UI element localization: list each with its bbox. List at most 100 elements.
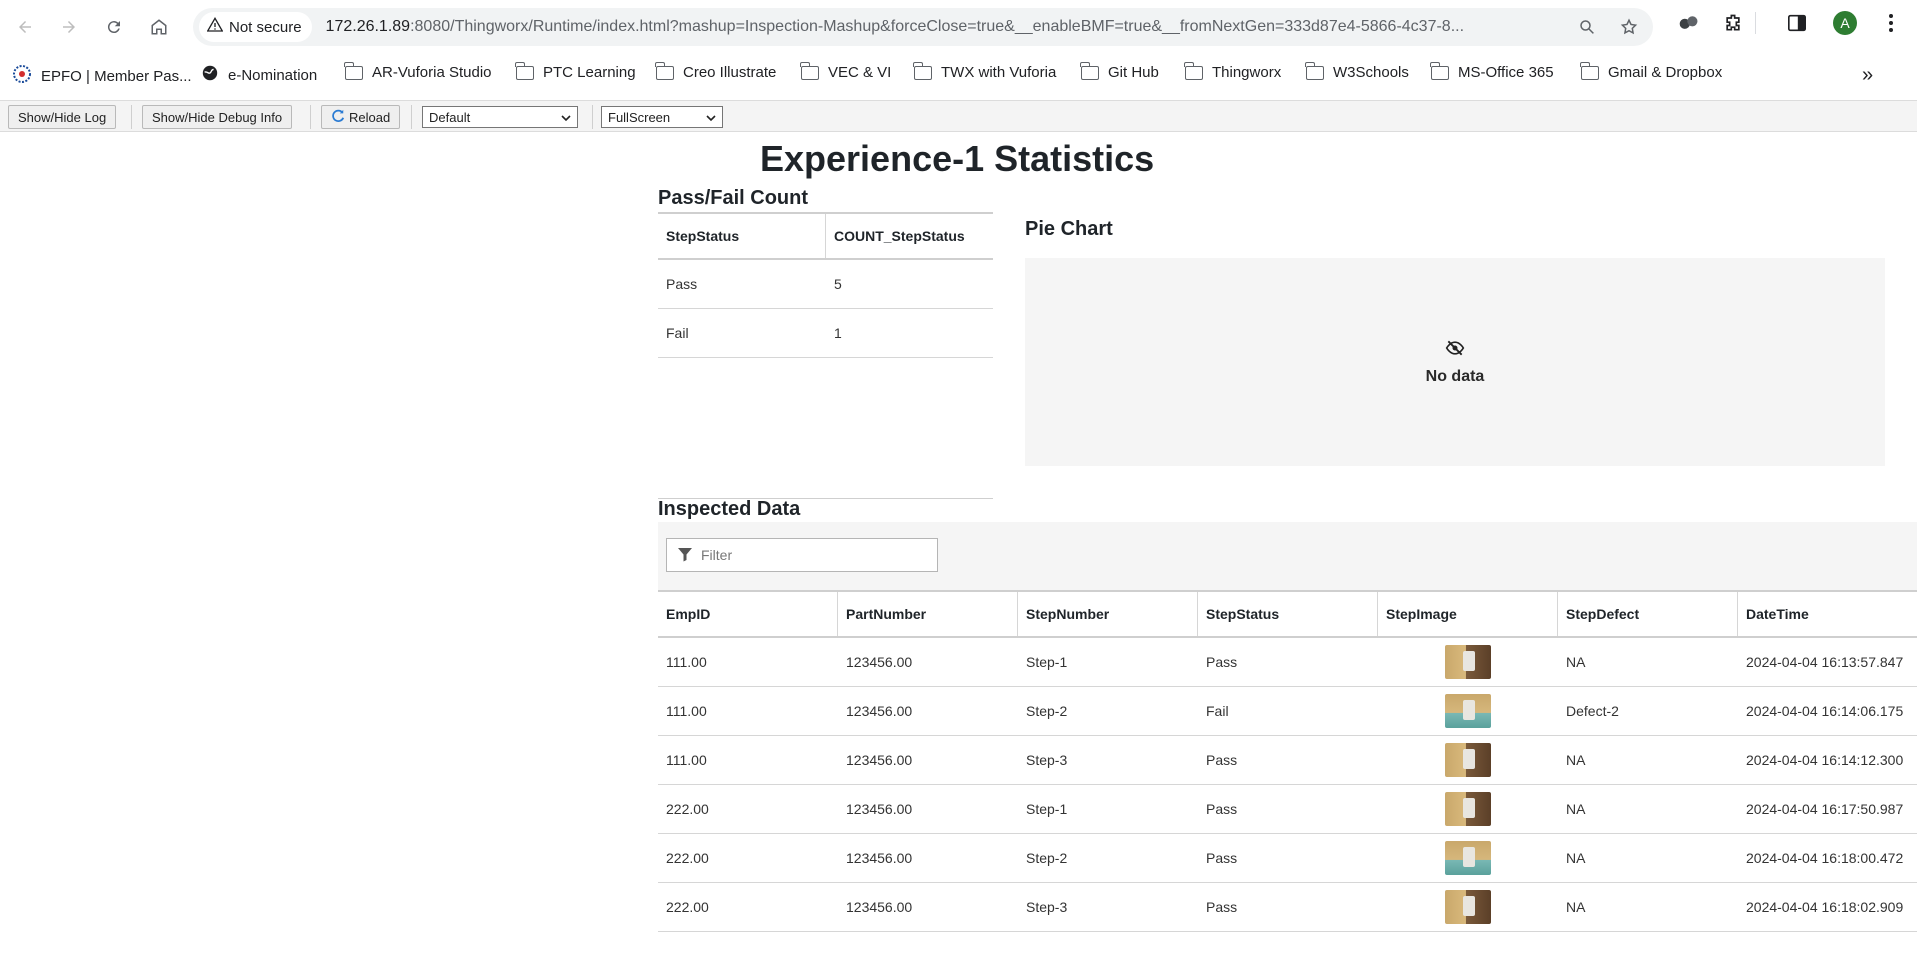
table-row[interactable]: 111.00 123456.00 Step-3 Pass NA 2024-04-…	[658, 736, 1917, 785]
stepnumber-cell: Step-2	[1026, 850, 1068, 866]
partnumber-cell: 123456.00	[846, 801, 913, 817]
column-header[interactable]: StepStatus	[658, 214, 826, 258]
column-header[interactable]: DateTime	[1738, 592, 1917, 636]
show-hide-log-button[interactable]: Show/Hide Log	[8, 105, 117, 129]
step-image-thumbnail[interactable]	[1445, 792, 1491, 826]
stepimage-cell	[1378, 785, 1558, 833]
stepimage-cell	[1378, 638, 1558, 686]
table-row[interactable]: 222.00 123456.00 Step-1 Pass NA 2024-04-…	[658, 785, 1917, 834]
stepnumber-cell: Step-3	[1026, 899, 1068, 915]
show-hide-log-label: Show/Hide Log	[18, 109, 107, 125]
column-header[interactable]: StepStatus	[1198, 592, 1378, 636]
step-image-thumbnail[interactable]	[1445, 645, 1491, 679]
bookmark-label: TWX with Vuforia	[941, 64, 1057, 81]
table-row[interactable]: 222.00 123456.00 Step-2 Pass NA 2024-04-…	[658, 834, 1917, 883]
table-row[interactable]: Fail 1	[658, 309, 993, 358]
warning-icon	[206, 17, 224, 37]
table-row[interactable]: 222.00 123456.00 Step-3 Pass NA 2024-04-…	[658, 883, 1917, 932]
view-select-value: FullScreen	[608, 109, 671, 125]
url-text[interactable]: 172.26.1.89:8080/Thingworx/Runtime/index…	[326, 18, 1556, 36]
bookmark-label: VEC & VI	[828, 64, 892, 81]
bookmark-e-nomination[interactable]: e-Nomination	[201, 64, 317, 86]
stepstatus-cell: Fail	[1206, 703, 1229, 719]
bookmark-label: Creo Illustrate	[683, 64, 777, 81]
folder-icon	[1080, 61, 1099, 80]
table-row[interactable]: 111.00 123456.00 Step-1 Pass NA 2024-04-…	[658, 638, 1917, 687]
stepdefect-cell: NA	[1566, 801, 1586, 817]
table-row[interactable]: Pass 5	[658, 260, 993, 309]
stepimage-cell	[1378, 834, 1558, 882]
pie-chart-title: Pie Chart	[1025, 218, 1113, 240]
side-panel-icon[interactable]	[1780, 6, 1814, 40]
step-image-thumbnail[interactable]	[1445, 743, 1491, 777]
theme-select[interactable]: Default	[422, 106, 578, 128]
column-header[interactable]: PartNumber	[838, 592, 1018, 636]
bookmark-github[interactable]: Git Hub	[1080, 61, 1159, 81]
bookmark-twx-vuforia[interactable]: TWX with Vuforia	[913, 61, 1057, 81]
bookmark-ar-vuforia[interactable]: AR-Vuforia Studio	[344, 61, 492, 81]
folder-icon	[913, 61, 932, 80]
site-info-chip[interactable]: Not secure	[199, 12, 312, 42]
folder-icon	[344, 61, 363, 80]
bookmark-epfo[interactable]: EPFO | Member Pas...	[12, 64, 192, 88]
bookmark-ptc-learning[interactable]: PTC Learning	[515, 61, 636, 81]
chevron-down-icon	[706, 110, 716, 125]
bookmark-thingworx[interactable]: Thingworx	[1184, 61, 1281, 81]
datetime-cell: 2024-04-04 16:13:57.847	[1746, 654, 1904, 670]
folder-icon	[655, 61, 674, 80]
reload-button[interactable]: Reload	[321, 105, 401, 129]
bookmark-label: MS-Office 365	[1458, 64, 1554, 81]
show-hide-debug-label: Show/Hide Debug Info	[152, 109, 283, 125]
show-hide-debug-button[interactable]: Show/Hide Debug Info	[142, 105, 293, 129]
extension-icon[interactable]	[1672, 6, 1706, 40]
column-header[interactable]: StepImage	[1378, 592, 1558, 636]
stepnumber-cell: Step-1	[1026, 654, 1068, 670]
profile-avatar[interactable]: A	[1828, 6, 1862, 40]
bookmarks-bar: EPFO | Member Pas... e-Nomination AR-Vuf…	[0, 58, 1917, 92]
column-header[interactable]: StepDefect	[1558, 592, 1738, 636]
bookmark-w3schools[interactable]: W3Schools	[1305, 61, 1409, 81]
stepnumber-cell: Step-1	[1026, 801, 1068, 817]
forward-icon[interactable]	[52, 10, 86, 44]
datetime-cell: 2024-04-04 16:18:02.909	[1746, 899, 1904, 915]
bookmark-gmail-dropbox[interactable]: Gmail & Dropbox	[1580, 61, 1722, 81]
browser-toolbar: Not secure 172.26.1.89:8080/Thingworx/Ru…	[0, 0, 1917, 46]
stepdefect-cell: NA	[1566, 752, 1586, 768]
bookmark-star-icon[interactable]	[1611, 8, 1647, 46]
filter-input[interactable]: Filter	[666, 538, 938, 572]
bookmark-creo-illustrate[interactable]: Creo Illustrate	[655, 61, 777, 81]
menu-kebab-icon[interactable]	[1874, 6, 1908, 40]
toolbar-divider	[131, 105, 132, 129]
url-host: 172.26.1.89	[325, 18, 411, 35]
column-header[interactable]: StepNumber	[1018, 592, 1198, 636]
partnumber-cell: 123456.00	[846, 703, 913, 719]
more-bookmarks-icon[interactable]: »	[1862, 64, 1873, 87]
reload-icon[interactable]	[97, 10, 131, 44]
table-cell: 1	[834, 325, 842, 341]
step-image-thumbnail[interactable]	[1445, 694, 1491, 728]
stepstatus-cell: Pass	[1206, 654, 1238, 670]
epfo-logo-icon	[12, 64, 32, 88]
no-data-label: No data	[1425, 367, 1485, 385]
puzzle-icon[interactable]	[1716, 6, 1750, 40]
column-header[interactable]: COUNT_StepStatus	[826, 214, 993, 258]
home-icon[interactable]	[142, 10, 176, 44]
step-image-thumbnail[interactable]	[1445, 890, 1491, 924]
view-select[interactable]: FullScreen	[601, 106, 723, 128]
address-bar[interactable]: Not secure 172.26.1.89:8080/Thingworx/Ru…	[193, 8, 1653, 46]
bookmark-vec-vi[interactable]: VEC & VI	[800, 61, 892, 81]
empid-cell: 222.00	[666, 801, 709, 817]
bookmark-ms-office[interactable]: MS-Office 365	[1430, 61, 1554, 81]
empid-cell: 111.00	[666, 654, 707, 670]
step-image-thumbnail[interactable]	[1445, 841, 1491, 875]
zoom-icon[interactable]	[1569, 8, 1605, 46]
toolbar-divider	[411, 105, 412, 129]
stepstatus-cell: Pass	[1206, 899, 1238, 915]
back-icon[interactable]	[8, 10, 42, 44]
stepimage-cell	[1378, 736, 1558, 784]
bookmark-label: W3Schools	[1333, 64, 1409, 81]
column-header[interactable]: EmpID	[658, 592, 838, 636]
table-row[interactable]: 111.00 123456.00 Step-2 Fail Defect-2 20…	[658, 687, 1917, 736]
stepdefect-cell: NA	[1566, 850, 1586, 866]
filter-placeholder: Filter	[701, 547, 733, 563]
